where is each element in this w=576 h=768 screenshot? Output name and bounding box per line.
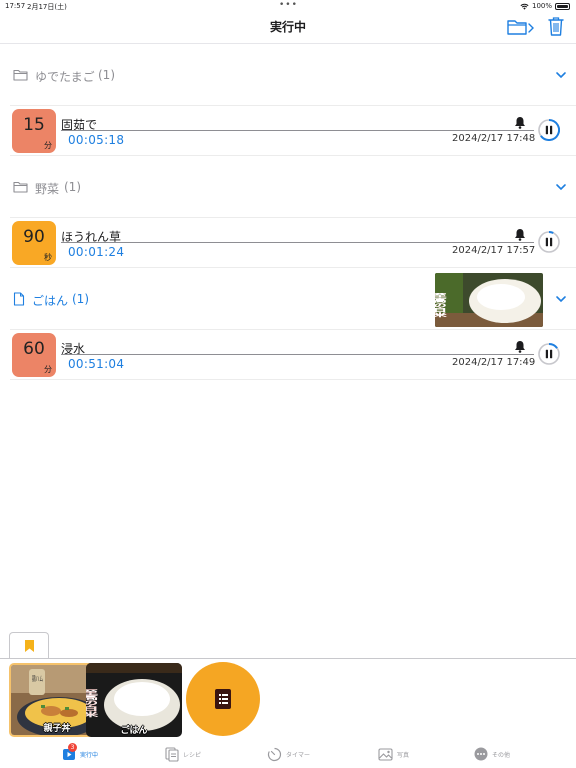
bell-icon[interactable] [514, 340, 526, 353]
group-header[interactable]: ごはん (1) 至高の白米 [10, 268, 576, 330]
chevron-down-icon[interactable] [555, 294, 567, 304]
tab-recipes[interactable]: レシピ [165, 744, 201, 764]
timer-duration-badge: 60 分 [12, 333, 56, 377]
timer-end-time: 2024/2/17 17:57 [452, 245, 536, 256]
timer-remaining: 00:05:18 [68, 133, 125, 147]
pause-icon[interactable] [538, 231, 560, 253]
group-label: ゆでたまご [35, 70, 95, 84]
timer-duration-badge: 15 分 [12, 109, 56, 153]
tab-timer[interactable]: タイマー [267, 744, 310, 764]
pause-icon[interactable] [538, 343, 560, 365]
list-book-icon [215, 689, 231, 709]
tray-caption: ごはん [120, 726, 148, 736]
status-right: 100% [520, 2, 570, 10]
group-count: (1) [72, 292, 89, 306]
tab-label: 写真 [397, 751, 410, 759]
battery-icon [555, 2, 570, 10]
group-header[interactable]: 野菜 (1) [10, 156, 576, 218]
timer-icon [267, 747, 282, 761]
folder-icon [13, 69, 28, 81]
tab-bar: 3 実行中 レシピ タイマー 写真 その他 [0, 738, 576, 768]
battery-percent: 100% [531, 2, 552, 10]
thumbnail-text: 至高の白米 [86, 689, 99, 717]
tab-badge: 3 [68, 743, 77, 752]
group-label: ごはん [32, 294, 69, 308]
group-thumbnail[interactable]: 至高の白米 [435, 273, 543, 327]
bell-icon[interactable] [514, 228, 526, 241]
timer-duration: 15 [23, 115, 45, 135]
nav-bar: 実行中 [0, 12, 576, 44]
thumbnail-text: 至高の白米 [435, 293, 446, 318]
chevron-down-icon[interactable] [555, 182, 567, 192]
group-count: (1) [98, 68, 115, 82]
chevron-down-icon[interactable] [555, 70, 567, 80]
timer-row[interactable]: 60 分 浸水 00:51:04 2024/2/17 17:49 [10, 330, 576, 380]
group-count: (1) [64, 180, 81, 194]
timer-duration: 90 [23, 227, 45, 247]
tab-label: その他 [492, 751, 511, 759]
status-bar: 17:57 2月17日(土) ••• 100% [0, 0, 576, 12]
tab-label: 実行中 [80, 751, 99, 759]
status-date: 2月17日(土) [27, 3, 67, 11]
tab-photos[interactable]: 写真 [378, 744, 409, 764]
recipe-icon [165, 746, 179, 762]
timer-remaining: 00:01:24 [68, 245, 125, 259]
timer-end-time: 2024/2/17 17:48 [452, 133, 536, 144]
timer-list: ゆでたまご (1) 15 分 固茹で 00:05:18 2024/2/17 17… [10, 44, 576, 380]
tab-running[interactable]: 3 実行中 [62, 743, 99, 764]
group-label: 野菜 [35, 182, 60, 196]
play-icon: 3 [62, 743, 77, 761]
timer-unit: 分 [44, 141, 52, 150]
timer-row[interactable]: 90 秒 ほうれん草 00:01:24 2024/2/17 17:57 [10, 218, 576, 268]
document-icon [13, 292, 25, 306]
more-icon [474, 747, 488, 761]
thumbnail-text: 鶏ハム [32, 674, 43, 683]
bookmark-tab[interactable] [9, 632, 49, 658]
tray-recipe-card[interactable]: 至高の白米 ごはん [86, 663, 182, 737]
timer-progress-line [61, 354, 534, 355]
folder-icon [13, 181, 28, 193]
timer-end-time: 2024/2/17 17:49 [452, 357, 536, 368]
pause-icon[interactable] [538, 119, 560, 141]
timer-remaining: 00:51:04 [68, 357, 125, 371]
recipe-tray: 鶏ハム 親子丼 至高の白米 ごはん [0, 658, 576, 738]
bell-icon[interactable] [514, 116, 526, 129]
timer-duration-badge: 90 秒 [12, 221, 56, 265]
timer-row[interactable]: 15 分 固茹で 00:05:18 2024/2/17 17:48 [10, 106, 576, 156]
group-header[interactable]: ゆでたまご (1) [10, 44, 576, 106]
timer-progress-line [61, 242, 534, 243]
wifi-icon [520, 3, 529, 10]
recipe-list-fab[interactable] [186, 662, 260, 736]
bookmark-icon [25, 640, 34, 652]
tab-label: レシピ [183, 751, 202, 759]
trash-icon[interactable] [546, 15, 566, 37]
app-screen: 17:57 2月17日(土) ••• 100% 実行中 ゆでたまご (1) 15… [0, 0, 576, 768]
timer-progress-line [61, 130, 534, 131]
status-time: 17:57 [5, 2, 26, 10]
tab-label: タイマー [286, 751, 311, 759]
folder-move-icon[interactable] [506, 17, 536, 37]
multitask-dots-icon[interactable]: ••• [279, 0, 298, 10]
photo-icon [378, 748, 393, 761]
timer-unit: 分 [44, 365, 52, 374]
page-title: 実行中 [269, 20, 306, 34]
tab-more[interactable]: その他 [474, 744, 510, 764]
timer-unit: 秒 [44, 253, 52, 262]
timer-duration: 60 [23, 339, 45, 359]
